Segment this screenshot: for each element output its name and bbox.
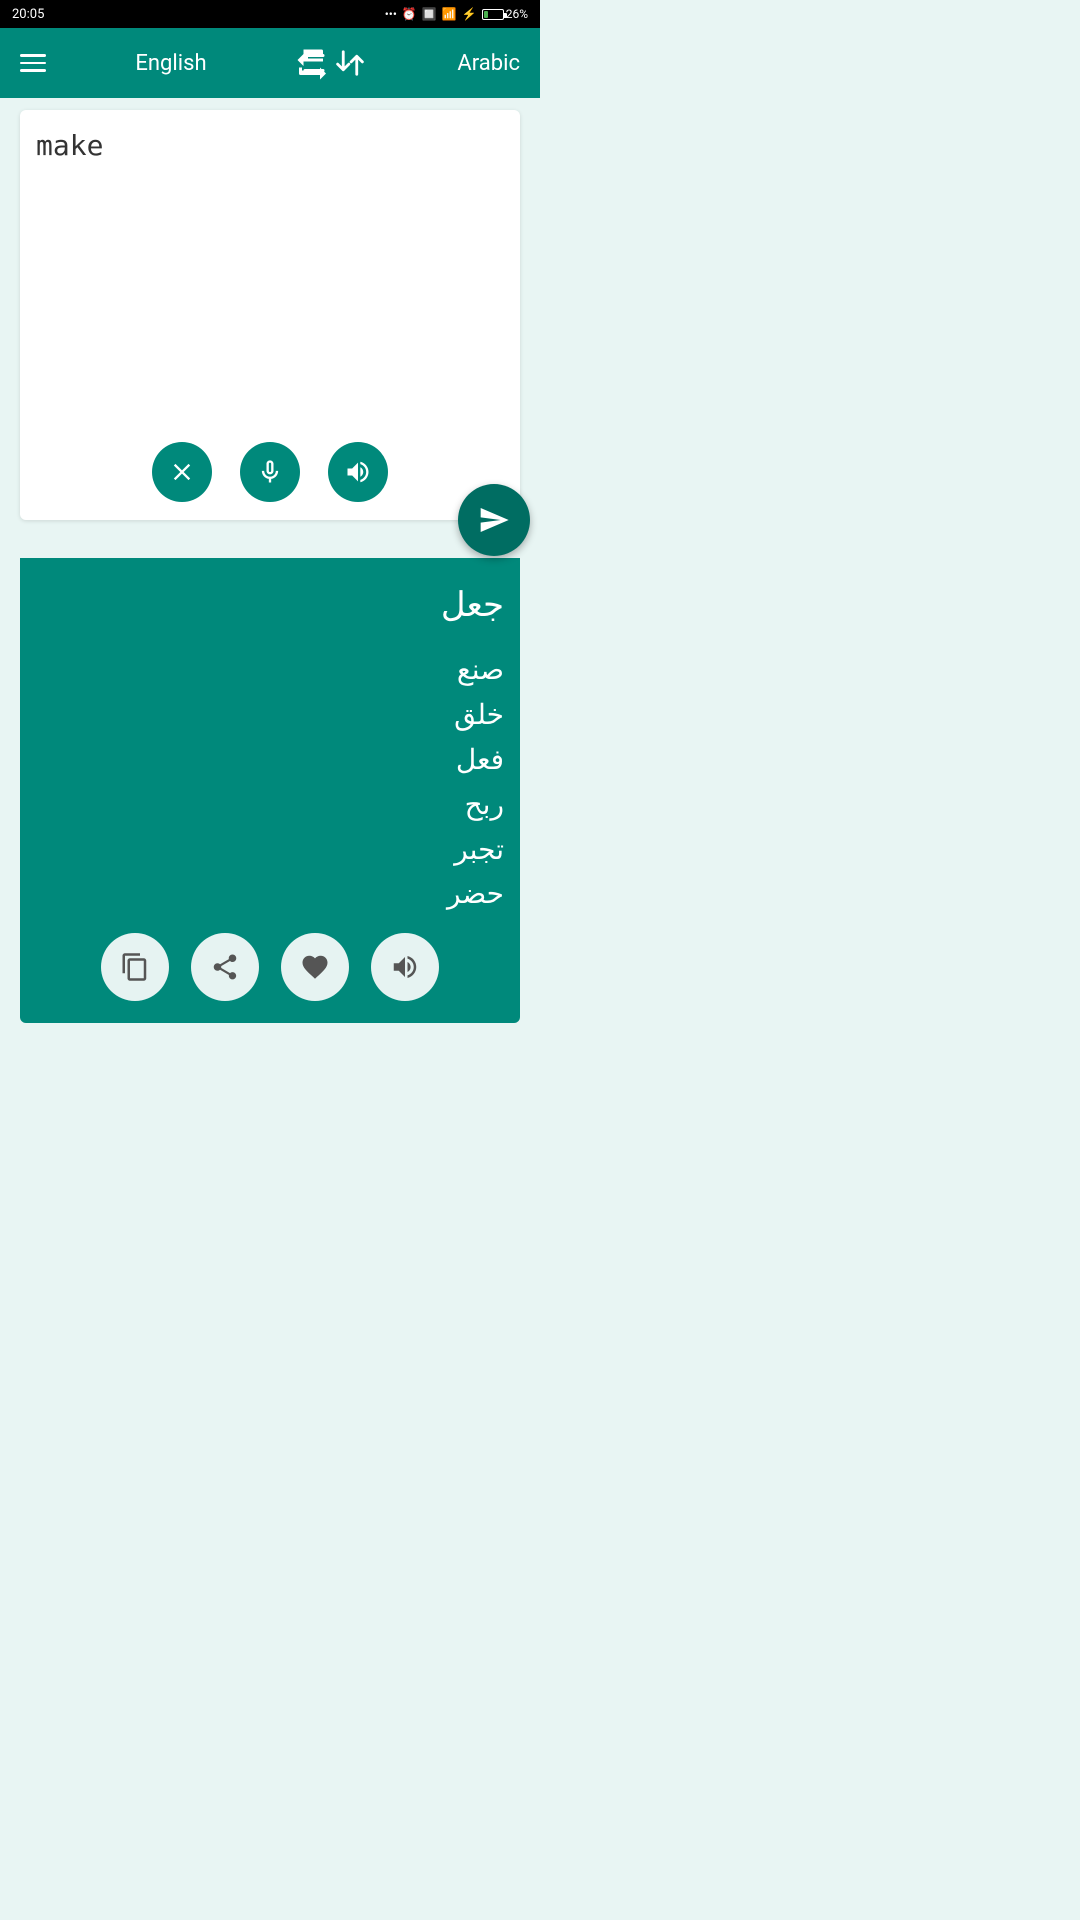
swap-arrows-icon xyxy=(332,45,368,81)
status-time: 20:05 xyxy=(12,7,44,22)
copy-icon xyxy=(120,952,150,982)
alt-line-4: ربح xyxy=(36,783,504,828)
battery-indicator: 26% xyxy=(482,7,528,21)
copy-button[interactable] xyxy=(101,933,169,1001)
clear-button[interactable] xyxy=(152,442,212,502)
speaker-icon xyxy=(344,458,372,486)
menu-line-1 xyxy=(20,54,46,57)
battery-pct: 26% xyxy=(506,7,528,21)
status-dots: ••• xyxy=(385,7,397,21)
swap-icon xyxy=(296,45,332,81)
menu-button[interactable] xyxy=(20,54,46,72)
alt-line-2: خلق xyxy=(36,693,504,738)
share-button[interactable] xyxy=(191,933,259,1001)
alt-line-5: تجبر xyxy=(36,828,504,873)
menu-line-2 xyxy=(20,62,46,65)
heart-icon xyxy=(300,952,330,982)
alt-line-6: حضر xyxy=(36,872,504,917)
output-section: جعل صنع خلق فعل ربح تجبر حضر xyxy=(20,558,520,1023)
microphone-button[interactable] xyxy=(240,442,300,502)
battery-fill xyxy=(484,11,489,18)
audio-icon xyxy=(390,952,420,982)
translation-output: جعل صنع خلق فعل ربح تجبر حضر xyxy=(36,578,504,917)
audio-output-button[interactable] xyxy=(371,933,439,1001)
speaker-button[interactable] xyxy=(328,442,388,502)
swap-languages-button[interactable] xyxy=(296,45,368,81)
output-action-bar xyxy=(36,917,504,1007)
battery-bar xyxy=(482,9,504,20)
input-action-bar xyxy=(36,432,504,508)
status-bar: 20:05 ••• ⏰ 🔲 📶 ⚡ 26% xyxy=(0,0,540,28)
microphone-icon xyxy=(256,458,284,486)
translate-send-icon xyxy=(478,504,510,536)
source-text-input[interactable]: make xyxy=(36,126,504,432)
header: English Arabic xyxy=(0,28,540,98)
alt-line-1: صنع xyxy=(36,648,504,693)
signal-icon: 📶 xyxy=(442,7,457,21)
status-right: ••• ⏰ 🔲 📶 ⚡ 26% xyxy=(385,7,528,21)
clear-icon xyxy=(168,458,196,486)
charge-icon: ⚡ xyxy=(462,7,477,21)
translation-line-1: جعل xyxy=(36,578,504,632)
translate-button[interactable] xyxy=(458,484,530,556)
target-language-label[interactable]: Arabic xyxy=(457,51,520,76)
sim-icon: 🔲 xyxy=(422,7,437,21)
alt-line-3: فعل xyxy=(36,738,504,783)
source-language-label[interactable]: English xyxy=(135,51,206,76)
menu-line-3 xyxy=(20,69,46,72)
alarm-icon: ⏰ xyxy=(402,7,417,21)
translation-alternatives: صنع خلق فعل ربح تجبر حضر xyxy=(36,648,504,917)
favorite-button[interactable] xyxy=(281,933,349,1001)
input-section: make xyxy=(20,110,520,520)
share-icon xyxy=(210,952,240,982)
